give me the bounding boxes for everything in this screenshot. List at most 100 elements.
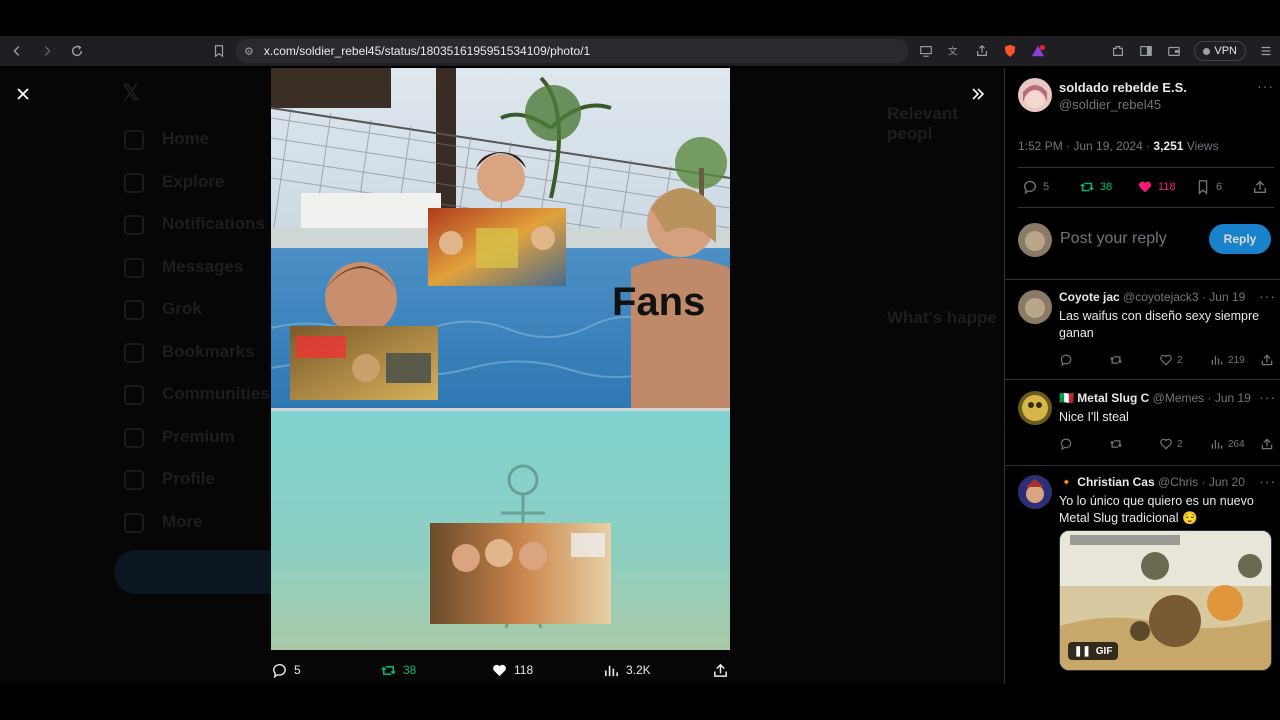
tweet-timestamp[interactable]: 1:52 PM · Jun 19, 2024 · <box>1018 139 1153 153</box>
nav-item-home: Home <box>162 129 210 148</box>
divider <box>1005 379 1280 380</box>
photo-share-button[interactable] <box>712 662 729 679</box>
reply-date[interactable]: · Jun 19 <box>1202 290 1245 304</box>
photo-reply-count: 5 <box>294 663 301 677</box>
reply-reply-button[interactable] <box>1059 353 1073 367</box>
photo-reply-button[interactable]: 5 <box>271 662 301 679</box>
reply-avatar[interactable] <box>1018 475 1052 509</box>
reply-views-button[interactable]: 219 <box>1210 353 1245 367</box>
svg-text:文: 文 <box>948 46 958 58</box>
extensions-icon[interactable] <box>1104 36 1132 66</box>
share-stat-button[interactable] <box>1252 179 1268 195</box>
author-avatar[interactable] <box>1018 78 1052 112</box>
nav-profile-icon <box>124 470 144 490</box>
address-bar[interactable]: ⚙ x.com/soldier_rebel45/status/180351619… <box>236 39 908 63</box>
reload-icon[interactable] <box>64 38 90 64</box>
reply-icon <box>1060 354 1072 367</box>
reply-repost-button[interactable] <box>1109 437 1123 451</box>
nav-messages-icon <box>124 257 144 278</box>
my-avatar <box>1018 223 1052 257</box>
reply-text: Las waifus con diseño sexy siempre ganan <box>1059 309 1260 340</box>
whats-happening-ghost: What's happe <box>887 308 997 327</box>
reply-item[interactable]: 🇮🇹 Metal Slug C @Memes · Jun 19 ··· Nice… <box>1018 389 1276 461</box>
reply-more-icon[interactable]: ··· <box>1259 288 1276 304</box>
reply-stat-button[interactable]: 5 <box>1022 179 1049 195</box>
reply-share-button[interactable] <box>1260 437 1274 451</box>
bookmark-count: 6 <box>1216 181 1223 193</box>
reply-author-name[interactable]: Coyote jac <box>1059 290 1120 304</box>
sidebar-icon[interactable] <box>1132 36 1160 66</box>
translate-icon[interactable]: 文 <box>940 36 968 66</box>
tweet-author[interactable]: soldado rebelde E.S. @soldier_rebel45 <box>1018 78 1187 112</box>
gif-badge[interactable]: ❚❚ GIF <box>1068 642 1119 660</box>
photo-repost-count: 38 <box>403 663 417 677</box>
tweet-photo[interactable]: Fans <box>271 68 730 650</box>
share-icon <box>1261 354 1273 366</box>
repost-icon <box>1110 356 1122 364</box>
reply-item[interactable]: Coyote jac @coyotejack3 · Jun 19 ··· Las… <box>1018 288 1276 370</box>
cast-icon[interactable] <box>912 36 940 66</box>
reply-like-button[interactable]: 2 <box>1159 437 1183 451</box>
reply-author-handle[interactable]: @Memes <box>1153 391 1205 405</box>
share-icon[interactable] <box>968 36 996 66</box>
tweet-views-label: Views <box>1183 139 1219 153</box>
share-icon <box>1253 180 1267 194</box>
nav-item-communities: Communities <box>162 384 270 403</box>
bookmark-page-icon[interactable] <box>206 38 232 64</box>
vpn-button[interactable]: VPN <box>1194 41 1246 61</box>
reply-repost-button[interactable] <box>1109 353 1123 367</box>
reply-author-name[interactable]: Christian Cas <box>1077 475 1154 489</box>
nav-explore-icon <box>124 172 144 193</box>
author-handle[interactable]: @soldier_rebel45 <box>1059 97 1187 112</box>
reply-avatar[interactable] <box>1018 290 1052 324</box>
back-icon[interactable] <box>4 38 30 64</box>
reply-share-button[interactable] <box>1260 353 1274 367</box>
photo-views-button[interactable]: 3.2K <box>603 662 651 679</box>
reply-author-name[interactable]: Metal Slug C <box>1077 391 1149 405</box>
reply-item[interactable]: 🔸 Christian Cas @Chris · Jun 20 ··· Yo l… <box>1018 473 1276 684</box>
divider <box>1005 279 1280 280</box>
reply-gif[interactable]: ❚❚ GIF <box>1059 530 1272 671</box>
close-icon[interactable] <box>9 80 37 108</box>
reply-header: 🇮🇹 Metal Slug C @Memes · Jun 19 <box>1059 391 1274 405</box>
reply-views-button[interactable]: 264 <box>1210 437 1245 451</box>
brave-shield-icon[interactable] <box>996 36 1024 66</box>
reply-actions: 2 219 <box>1059 353 1274 369</box>
photo-like-button[interactable]: 118 <box>491 662 533 679</box>
reply-more-icon[interactable]: ··· <box>1259 389 1276 405</box>
pause-icon[interactable]: ❚❚ <box>1074 646 1091 657</box>
nav-bookmarks-icon <box>124 342 144 363</box>
reply-date[interactable]: · Jun 19 <box>1208 391 1251 405</box>
fans-caption: Fans <box>612 280 705 324</box>
reply-text: Nice I'll steal <box>1059 410 1129 424</box>
heart-icon <box>493 664 506 676</box>
reply-like-button[interactable]: 2 <box>1159 353 1183 367</box>
reply-date[interactable]: · Jun 20 <box>1202 475 1245 489</box>
rewards-icon[interactable] <box>1024 36 1052 66</box>
menu-icon[interactable] <box>1252 36 1280 66</box>
site-settings-icon[interactable]: ⚙ <box>244 45 254 58</box>
repost-stat-button[interactable]: 38 <box>1079 179 1112 195</box>
reply-reply-button[interactable] <box>1059 437 1073 451</box>
reply-submit-button[interactable]: Reply <box>1209 224 1271 254</box>
bookmark-stat-button[interactable]: 6 <box>1195 179 1222 195</box>
reply-icon <box>1060 438 1072 451</box>
expand-panel-icon[interactable] <box>964 80 992 108</box>
wallet-icon[interactable] <box>1160 36 1188 66</box>
author-name[interactable]: soldado rebelde E.S. <box>1059 80 1187 95</box>
reply-count: 5 <box>1043 181 1050 193</box>
reply-input[interactable]: Post your reply <box>1060 230 1167 248</box>
like-stat-button[interactable]: 118 <box>1137 179 1176 195</box>
tweet-detail-panel: soldado rebelde E.S. @soldier_rebel45 ··… <box>1004 68 1280 684</box>
share-icon <box>1261 438 1273 450</box>
reply-avatar[interactable] <box>1018 391 1052 425</box>
reply-author-handle[interactable]: @coyotejack3 <box>1123 290 1199 304</box>
reply-more-icon[interactable]: ··· <box>1259 473 1276 489</box>
photo-repost-button[interactable]: 38 <box>380 662 416 679</box>
nav-item-profile: Profile <box>162 469 215 488</box>
forward-icon[interactable] <box>34 38 60 64</box>
heart-icon <box>1160 438 1172 450</box>
reply-author-handle[interactable]: @Chris <box>1158 475 1198 489</box>
tweet-more-icon[interactable]: ··· <box>1257 78 1274 94</box>
share-icon <box>714 663 727 677</box>
